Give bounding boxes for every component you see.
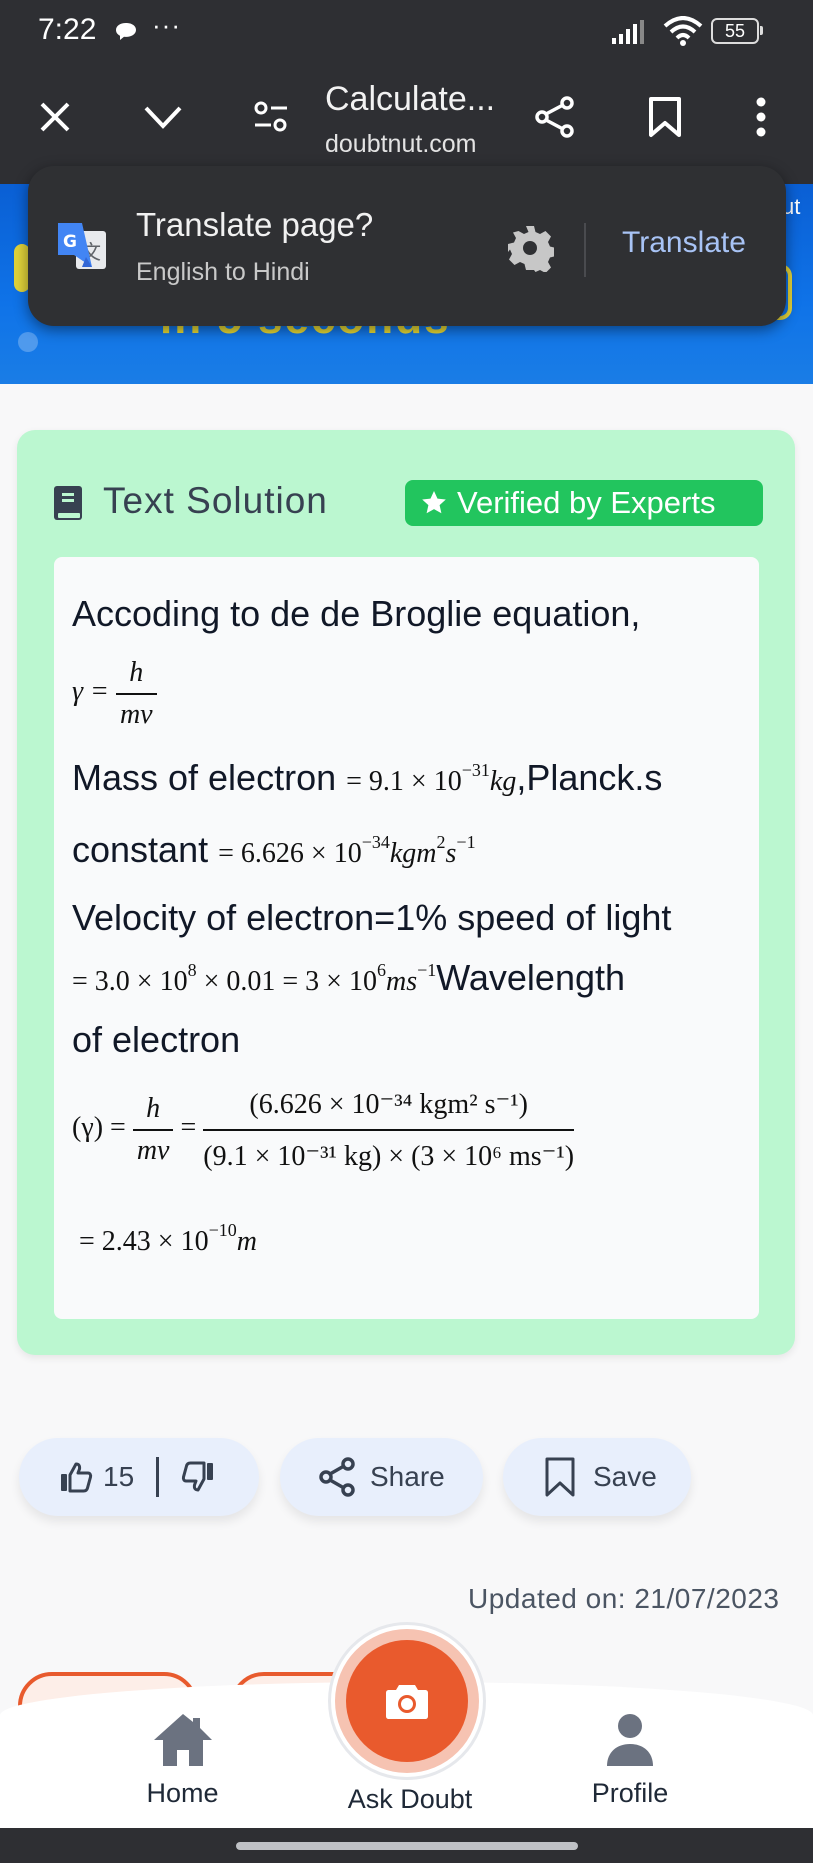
star-icon xyxy=(422,491,446,514)
home-icon xyxy=(153,1714,212,1766)
page-settings-icon xyxy=(254,101,287,132)
text-solution-card: Text Solution Verified by Experts Accodi… xyxy=(17,430,795,1355)
signal-icon xyxy=(612,20,644,44)
solution-body: Accoding to de de Broglie equation, γ = … xyxy=(54,557,759,1319)
screen: 7:22 ··· 55 Calculate... doubtnut.com ut… xyxy=(0,0,813,1863)
of-electron-line: of electron xyxy=(72,1019,241,1060)
more-notifications-icon: ··· xyxy=(152,10,181,40)
battery-level: 55 xyxy=(711,18,759,44)
svg-text:G: G xyxy=(63,232,77,252)
camera-icon xyxy=(386,1685,428,1719)
wavelength-equation: (γ) = h mv = (6.626 × 10⁻³⁴ kgm² s⁻¹) (9.1… xyxy=(72,1089,575,1172)
bookmark-icon xyxy=(649,97,681,137)
share-button[interactable]: Share xyxy=(280,1438,483,1516)
translate-languages: English to Hindi xyxy=(136,258,310,286)
constant-line: constant = 6.626 × 10−34kgm2s−1 xyxy=(72,829,476,870)
more-vert-icon xyxy=(756,97,766,137)
result-line: = 2.43 × 10−10m xyxy=(79,1220,257,1257)
page-settings-button[interactable] xyxy=(246,92,296,142)
page-title: Calculate... xyxy=(325,80,496,118)
close-icon xyxy=(40,102,70,132)
chevron-down-icon xyxy=(144,106,182,129)
solution-heading: Text Solution xyxy=(103,480,328,521)
like-count: 15 xyxy=(103,1461,135,1492)
velocity-line: Velocity of electron=1% speed of light xyxy=(72,897,672,938)
home-gesture-handle[interactable] xyxy=(236,1842,578,1850)
nav-profile[interactable]: Profile xyxy=(575,1712,685,1809)
status-bar: 7:22 ··· 55 xyxy=(0,0,813,62)
translate-popup: 文 G Translate page? English to Hindi Tra… xyxy=(28,166,786,326)
nav-ask-label: Ask Doubt xyxy=(347,1784,473,1814)
divider xyxy=(156,1457,160,1497)
mass-line: Mass of electron = 9.1 × 10−31kg,Planck.… xyxy=(72,757,663,798)
thumbs-up-icon[interactable] xyxy=(59,1461,93,1493)
minimize-button[interactable] xyxy=(138,92,188,142)
verified-label: Verified by Experts xyxy=(457,485,716,520)
chat-bubble-icon xyxy=(116,23,136,40)
status-time: 7:22 xyxy=(38,13,97,46)
ask-doubt-button[interactable] xyxy=(328,1622,486,1780)
wifi-icon xyxy=(663,16,703,46)
nav-profile-label: Profile xyxy=(591,1778,669,1808)
share-icon xyxy=(535,96,574,138)
share-page-button[interactable] xyxy=(530,92,580,142)
like-dislike-pill: 15 xyxy=(19,1438,259,1516)
velocity-calc-line: = 3.0 × 108 × 0.01 = 3 × 106ms−1Waveleng… xyxy=(72,957,626,998)
verified-badge: Verified by Experts xyxy=(405,480,763,526)
page-url[interactable]: doubtnut.com xyxy=(325,130,477,159)
updated-date: Updated on: 21/07/2023 xyxy=(468,1583,780,1614)
save-button[interactable]: Save xyxy=(503,1438,691,1516)
nav-home-label: Home xyxy=(146,1778,219,1808)
save-label: Save xyxy=(593,1461,657,1492)
bookmark-page-button[interactable] xyxy=(640,92,690,142)
close-tab-button[interactable] xyxy=(30,92,80,142)
share-icon xyxy=(319,1457,355,1497)
debroglie-formula: γ = h mv xyxy=(72,657,157,731)
more-options-button[interactable] xyxy=(736,92,786,142)
system-nav-bar xyxy=(0,1828,813,1863)
profile-icon xyxy=(607,1714,653,1766)
share-label: Share xyxy=(370,1461,445,1492)
google-translate-icon: 文 G xyxy=(58,223,106,269)
thumbs-down-icon[interactable] xyxy=(181,1461,215,1493)
nav-home[interactable]: Home xyxy=(130,1712,235,1809)
book-icon xyxy=(54,486,82,520)
gear-icon[interactable] xyxy=(506,224,554,272)
bookmark-icon xyxy=(545,1457,575,1497)
translate-button[interactable]: Translate xyxy=(622,226,746,260)
translate-title: Translate page? xyxy=(136,206,374,243)
battery-icon: 55 xyxy=(711,18,763,44)
divider xyxy=(584,223,586,277)
carousel-dot xyxy=(18,332,38,352)
solution-intro: Accoding to de de Broglie equation, xyxy=(72,593,641,634)
